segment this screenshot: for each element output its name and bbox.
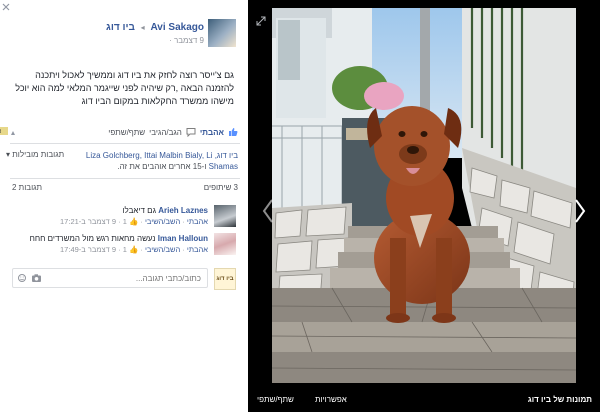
camera-icon[interactable] bbox=[32, 274, 41, 282]
comment-button[interactable]: הגב/הגיבי bbox=[149, 128, 182, 137]
author-name[interactable]: Avi Sakago bbox=[150, 22, 204, 33]
like-button[interactable]: אהבתי bbox=[200, 128, 224, 137]
likes-summary[interactable]: ביו דוג, Liza Golchberg, Ittai Malbin Bi… bbox=[80, 150, 238, 174]
top-comments-label: תגובות מובילות bbox=[12, 150, 65, 159]
page-reaction-icon: bd bbox=[0, 127, 15, 135]
page-name[interactable]: ביו דוג bbox=[106, 22, 135, 33]
comment-like-icon: 👍 bbox=[128, 217, 139, 226]
comment-author[interactable]: Iman Halloun bbox=[158, 234, 208, 243]
post-header: Avi Sakago ◂ ביו דוג bbox=[14, 22, 204, 34]
chevron-down-icon: ▾ bbox=[6, 150, 11, 159]
photo-viewer-bottom-bar: תמונות של ביו דוג אפשרויות שתף/שתפי bbox=[248, 388, 600, 412]
post-timestamp[interactable]: 9 דצמבר · bbox=[14, 36, 204, 47]
commenter-avatar[interactable] bbox=[214, 233, 236, 255]
thumbs-up-icon bbox=[229, 128, 238, 136]
comment-like-icon: 👍 bbox=[128, 245, 139, 254]
likes-name-shamas[interactable]: Shamas bbox=[209, 162, 238, 171]
likes-names: ביו דוג, Liza Golchberg, Ittai Malbin Bi… bbox=[85, 151, 238, 160]
timestamp-text: 9 דצמבר bbox=[173, 36, 204, 45]
photo-viewer-image[interactable] bbox=[272, 8, 576, 383]
comment-item: Iman Halloun נעשה מחאות רגש מול המשרדים … bbox=[29, 234, 208, 254]
likes-others-text: ו-15 אחרים אוהבים את זה. bbox=[117, 162, 207, 171]
comment-icon bbox=[186, 128, 196, 137]
comment-like-button[interactable]: אהבתי bbox=[187, 217, 208, 226]
comment-time[interactable]: 9 דצמבר ב-17:21 bbox=[60, 217, 116, 226]
comment-reply-button[interactable]: השב/השיבי bbox=[145, 245, 180, 254]
author-avatar[interactable] bbox=[208, 19, 236, 47]
comment-like-count[interactable]: 1 bbox=[123, 217, 127, 226]
comment-like-count[interactable]: 1 bbox=[123, 245, 127, 254]
share-photo-button[interactable]: שתף/שתפי bbox=[257, 395, 294, 404]
album-link[interactable]: תמונות של ביו דוג bbox=[528, 395, 592, 404]
comment-text: נעשה מחאות רגש מול המשרדים חחח bbox=[29, 234, 156, 243]
commenter-avatar[interactable] bbox=[214, 205, 236, 227]
comment-item: Arieh Laznes גם דיאבלו אהבתי · השב/השיבי… bbox=[60, 206, 208, 226]
top-comments-dropdown[interactable]: ▾ תגובות מובילות bbox=[6, 150, 70, 162]
comment-reply-button[interactable]: השב/השיבי bbox=[145, 217, 180, 226]
post-actions: אהבתי הגב/הגיבי שתף/שתפי bd bbox=[0, 126, 238, 138]
comments-count[interactable]: 2 תגובות bbox=[12, 183, 72, 195]
post-text: גם צ'ייסר רוצה לחזק את ביו דוג וממשיך לא… bbox=[15, 70, 234, 106]
comment-time[interactable]: 9 דצמבר ב-17:49 bbox=[60, 245, 116, 254]
emoji-icon[interactable] bbox=[18, 273, 46, 283]
post-panel: Avi Sakago ◂ ביו דוג 9 דצמבר · גם צ'ייסר… bbox=[0, 0, 248, 412]
shares-count[interactable]: 3 שיתופים bbox=[158, 183, 238, 195]
chevron-right-icon[interactable] bbox=[574, 198, 586, 224]
globe-icon: · bbox=[169, 36, 172, 45]
comment-text: גם דיאבלו bbox=[122, 206, 156, 215]
divider bbox=[10, 178, 240, 179]
options-button[interactable]: אפשרויות bbox=[315, 395, 347, 404]
arrow-icon: ◂ bbox=[140, 23, 145, 32]
share-button[interactable]: שתף/שתפי bbox=[108, 128, 145, 137]
close-icon[interactable] bbox=[2, 3, 10, 11]
comment-like-button[interactable]: אהבתי bbox=[187, 245, 208, 254]
expand-icon[interactable] bbox=[256, 16, 266, 26]
chevron-left-icon[interactable] bbox=[262, 198, 274, 224]
current-user-avatar: ביו דוג bbox=[214, 268, 236, 290]
comment-author[interactable]: Arieh Laznes bbox=[158, 206, 208, 215]
divider bbox=[10, 143, 240, 144]
